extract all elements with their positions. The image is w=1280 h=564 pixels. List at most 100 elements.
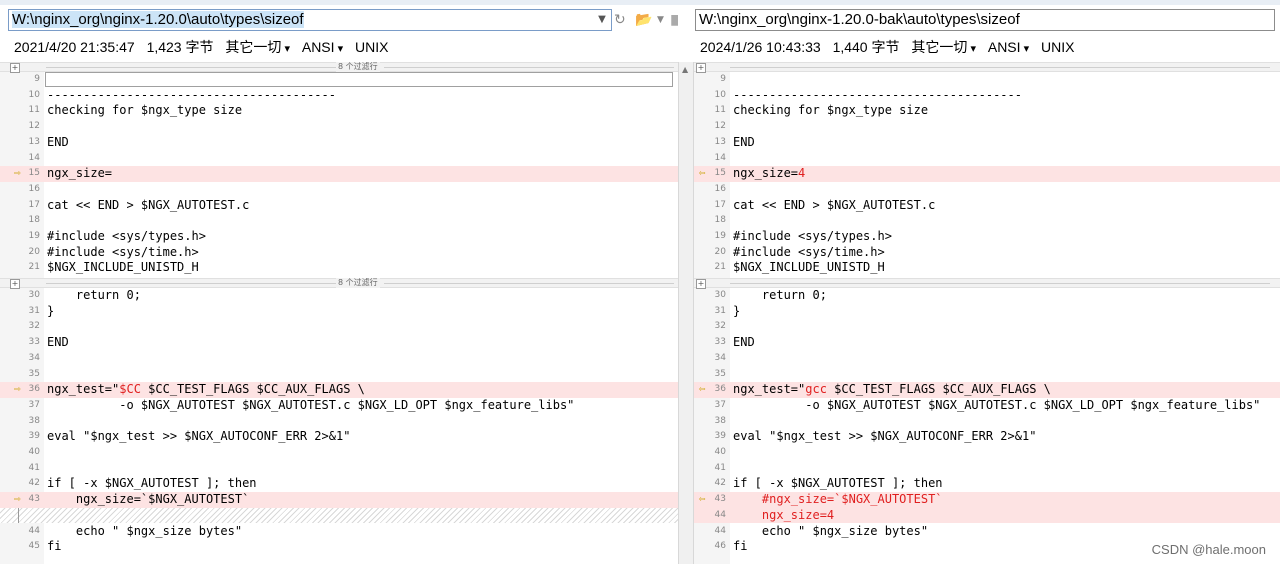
code-line[interactable]: 40 [694, 445, 1280, 461]
code-line[interactable] [0, 507, 678, 524]
chevron-down-icon[interactable]: ▼ [594, 10, 610, 30]
code-line[interactable]: 40 [0, 445, 678, 461]
code-line[interactable]: 18 [0, 213, 678, 229]
code-line[interactable]: 13 END [0, 135, 678, 151]
code-line[interactable]: 21 $NGX_INCLUDE_UNISTD_H [694, 260, 1280, 276]
filter-bar[interactable]: + [694, 62, 1280, 73]
left-type-dropdown[interactable]: 其它一切 [225, 39, 290, 55]
code-line[interactable]: 38 [694, 414, 1280, 430]
code-line[interactable]: 32 [0, 319, 678, 335]
code-line[interactable]: 31} [694, 304, 1280, 320]
code-line[interactable]: 16 [0, 182, 678, 198]
line-text-part: fi [733, 539, 748, 554]
code-line[interactable]: 41 [0, 461, 678, 477]
left-code-view[interactable]: +8 个过滤行 +8 个过滤行 9 10 -----------------------… [0, 62, 678, 564]
line-text-part: END [733, 134, 755, 149]
code-line[interactable]: 33 END [694, 335, 1280, 351]
right-path-input[interactable]: W:\nginx_org\nginx-1.20.0-bak\auto\types… [695, 9, 1275, 31]
code-line[interactable]: 14 [694, 151, 1280, 167]
line-number: 37 [714, 399, 726, 410]
code-line[interactable]: 30 return 0; [0, 288, 678, 304]
code-line[interactable]: 11 checking for $ngx_type size [0, 103, 678, 119]
line-text-part: eval "$ngx_test >> $NGX_AUTOCONF_ERR 2>&… [47, 429, 351, 444]
code-line[interactable]: 12 [694, 119, 1280, 135]
swap-icon[interactable]: ↻ [614, 11, 626, 29]
code-line[interactable]: 15 ⇦ ngx_size=4 [694, 166, 1280, 182]
scroll-up-icon[interactable]: ▲ [682, 65, 688, 74]
line-number: 20 [714, 246, 726, 257]
code-line[interactable]: 38 [0, 414, 678, 430]
code-line[interactable]: 20 #include <sys/time.h> [694, 245, 1280, 261]
diff-arrow-icon[interactable]: ⇨ [14, 493, 26, 505]
code-line[interactable]: 45 fi [0, 539, 678, 555]
code-line[interactable]: 32 [694, 319, 1280, 335]
code-line[interactable]: 13 END [694, 135, 1280, 151]
code-line[interactable]: 35 [694, 367, 1280, 383]
code-line[interactable]: 11 checking for $ngx_type size [694, 103, 1280, 119]
line-number: 18 [28, 215, 40, 226]
code-line[interactable]: 18 [694, 213, 1280, 229]
chevron-down-icon[interactable]: ▼ [657, 11, 664, 29]
code-line[interactable]: 33 END [0, 335, 678, 351]
filter-bar[interactable]: +8 个过滤行 [0, 62, 678, 73]
left-file-info: 2021/4/20 21:35:47 1,423 字节 其它一切 ANSI UN… [14, 36, 396, 58]
code-line[interactable]: 41 [694, 461, 1280, 477]
code-line[interactable]: 43 ⇦ #ngx_size=`$NGX_AUTOTEST` [694, 492, 1280, 508]
code-line[interactable]: 14 [0, 151, 678, 167]
right-code-view[interactable]: + +9 10 -----------------------------------… [694, 62, 1280, 564]
code-line[interactable]: 10 --------------------------------------… [694, 88, 1280, 104]
line-text-part: -o $NGX_AUTOTEST $NGX_AUTOTEST.c $NGX_LD… [733, 397, 1261, 412]
code-line[interactable]: 34 [694, 351, 1280, 367]
save-icon[interactable]: ■ [670, 11, 678, 29]
code-line[interactable]: 39 eval "$ngx_test >> $NGX_AUTOCONF_ERR 2… [694, 429, 1280, 445]
diff-arrow-icon[interactable]: ⇦ [699, 493, 711, 505]
left-eol[interactable]: UNIX [355, 39, 388, 55]
line-number: 45 [28, 541, 40, 552]
code-line[interactable]: 37 -o $NGX_AUTOTEST $NGX_AUTOTEST.c $NGX… [694, 398, 1280, 414]
code-line[interactable]: 44 ngx_size=4 [694, 507, 1280, 524]
diff-arrow-icon[interactable]: ⇨ [14, 383, 26, 395]
left-path-text: W:\nginx_org\nginx-1.20.0\auto\types\siz… [12, 11, 304, 28]
code-line[interactable]: 19 #include <sys/types.h> [0, 229, 678, 245]
code-line[interactable]: 31} [0, 304, 678, 320]
line-number: 39 [28, 431, 40, 442]
code-line[interactable]: 17 cat << END > $NGX_AUTOTEST.c [694, 198, 1280, 214]
right-type-dropdown[interactable]: 其它一切 [911, 39, 976, 55]
code-line[interactable]: 15 ⇨ ngx_size= [0, 166, 678, 182]
right-eol[interactable]: UNIX [1041, 39, 1074, 55]
code-line[interactable]: 16 [694, 182, 1280, 198]
code-line[interactable]: 36 ⇨ ngx_test="$CC $CC_TEST_FLAGS $CC_AUX_… [0, 382, 678, 398]
code-line[interactable]: 37 -o $NGX_AUTOTEST $NGX_AUTOTEST.c $NGX… [0, 398, 678, 414]
filter-bar[interactable]: +8 个过滤行 [0, 278, 678, 289]
code-line[interactable]: 30 return 0; [694, 288, 1280, 304]
code-line[interactable]: 44 echo " $ngx_size bytes" [694, 524, 1280, 540]
code-line[interactable]: 35 [0, 367, 678, 383]
code-line[interactable]: 10 --------------------------------------… [0, 88, 678, 104]
code-line[interactable]: 12 [0, 119, 678, 135]
code-line[interactable]: 43 ⇨ ngx_size=`$NGX_AUTOTEST` [0, 492, 678, 508]
code-line[interactable]: 21 $NGX_INCLUDE_UNISTD_H [0, 260, 678, 276]
left-encoding-dropdown[interactable]: ANSI [302, 39, 343, 55]
code-line[interactable]: 36 ⇦ ngx_test="gcc $CC_TEST_FLAGS $CC_AUX_… [694, 382, 1280, 398]
line-number: 40 [714, 447, 726, 457]
code-line[interactable]: 9 [694, 72, 1280, 88]
pane-splitter[interactable]: ▲ [678, 62, 694, 564]
code-line[interactable]: 34 [0, 351, 678, 367]
right-encoding-dropdown[interactable]: ANSI [988, 39, 1029, 55]
diff-arrow-icon[interactable]: ⇦ [699, 167, 711, 179]
line-number: 9 [34, 74, 40, 84]
diff-arrow-icon[interactable]: ⇦ [699, 383, 711, 395]
code-line[interactable]: 39 eval "$ngx_test >> $NGX_AUTOCONF_ERR 2… [0, 429, 678, 445]
line-text: END [47, 135, 69, 151]
code-line[interactable]: 42 if [ -x $NGX_AUTOTEST ]; then [694, 476, 1280, 492]
code-line[interactable]: 19 #include <sys/types.h> [694, 229, 1280, 245]
code-line[interactable]: 44 echo " $ngx_size bytes" [0, 524, 678, 540]
folder-open-icon[interactable]: 📂 [635, 11, 652, 29]
divider [384, 283, 674, 284]
code-line[interactable]: 42 if [ -x $NGX_AUTOTEST ]; then [0, 476, 678, 492]
diff-arrow-icon[interactable]: ⇨ [14, 167, 26, 179]
filter-bar[interactable]: + [694, 278, 1280, 289]
code-line[interactable]: 17 cat << END > $NGX_AUTOTEST.c [0, 198, 678, 214]
left-path-input[interactable]: W:\nginx_org\nginx-1.20.0\auto\types\siz… [8, 9, 612, 31]
code-line[interactable]: 20 #include <sys/time.h> [0, 245, 678, 261]
